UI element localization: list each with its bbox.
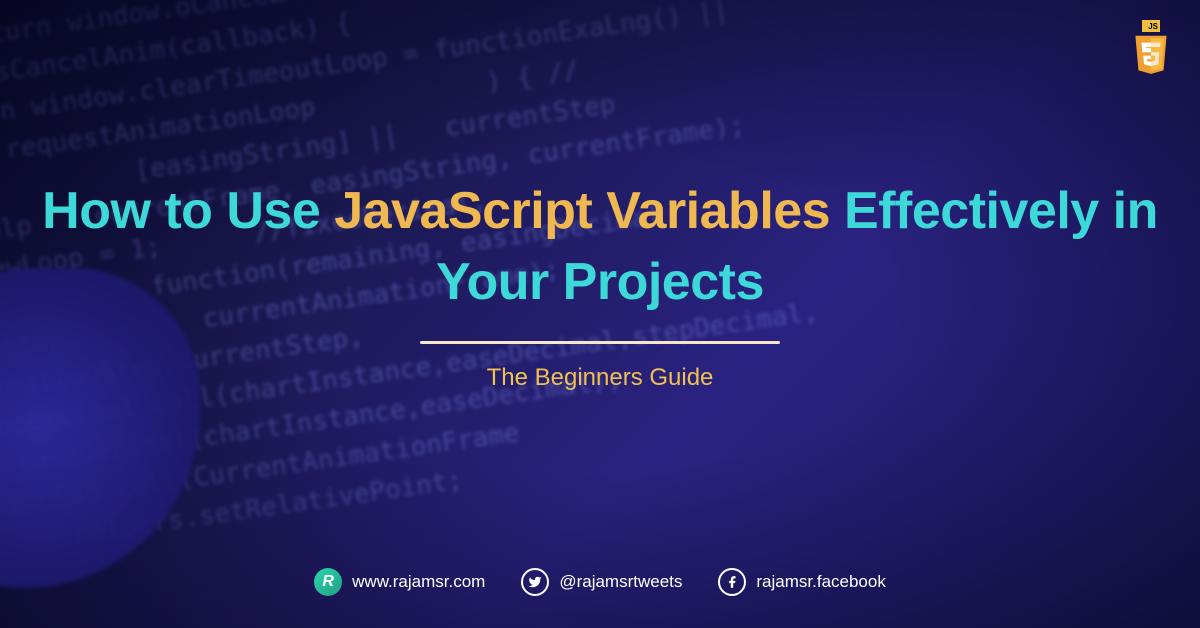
subtitle: The Beginners Guide (40, 364, 1160, 392)
banner-hero: canceLAna return window.oCanceLAna windo… (0, 0, 1200, 628)
facebook-icon (718, 568, 746, 596)
facebook-text: rajamsr.facebook (756, 572, 885, 592)
page-title: How to Use JavaScript Variables Effectiv… (40, 176, 1160, 316)
html5-icon (1129, 34, 1173, 76)
facebook-link[interactable]: rajamsr.facebook (718, 568, 885, 596)
website-link[interactable]: R www.rajamsr.com (314, 568, 485, 596)
twitter-icon (521, 568, 549, 596)
twitter-link[interactable]: @rajamsrtweets (521, 568, 682, 596)
social-links: R www.rajamsr.com @rajamsrtweets rajamsr… (0, 568, 1200, 596)
r-logo-icon: R (314, 568, 342, 596)
main-content: How to Use JavaScript Variables Effectiv… (0, 176, 1200, 451)
title-highlight: JavaScript Variables (334, 182, 830, 240)
website-text: www.rajamsr.com (352, 572, 485, 592)
twitter-text: @rajamsrtweets (559, 572, 682, 592)
js-icon: JS (1142, 20, 1160, 32)
title-divider (420, 341, 780, 344)
title-part-1: How to Use (42, 182, 334, 240)
tech-badge: JS (1127, 20, 1175, 76)
